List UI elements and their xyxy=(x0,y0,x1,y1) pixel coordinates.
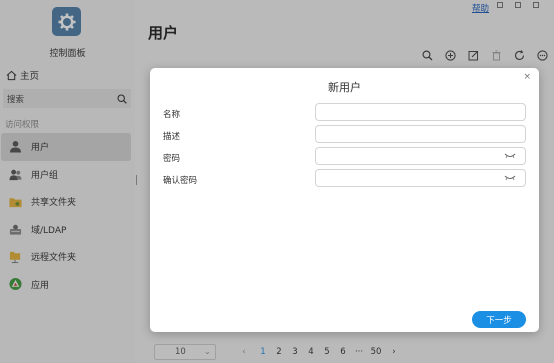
next-button[interactable]: 下一步 xyxy=(472,311,526,328)
eye-closed-icon[interactable] xyxy=(504,151,516,161)
dialog-title: 新用户 xyxy=(328,81,361,94)
description-field[interactable] xyxy=(315,125,526,143)
eye-closed-icon[interactable] xyxy=(504,173,516,183)
password-field[interactable] xyxy=(315,147,526,165)
new-user-dialog: 新用户 × 名称 描述 密码 确认密码 下一步 xyxy=(150,68,539,332)
name-field[interactable] xyxy=(315,103,526,121)
name-input[interactable] xyxy=(316,104,525,120)
name-label: 名称 xyxy=(163,110,181,120)
description-label: 描述 xyxy=(163,132,181,142)
password-label: 密码 xyxy=(163,154,181,164)
confirm-password-label: 确认密码 xyxy=(163,176,198,186)
close-icon[interactable]: × xyxy=(523,72,531,82)
confirm-password-field[interactable] xyxy=(315,169,526,187)
confirm-password-input[interactable] xyxy=(316,170,525,186)
password-input[interactable] xyxy=(316,148,525,164)
description-input[interactable] xyxy=(316,126,525,142)
